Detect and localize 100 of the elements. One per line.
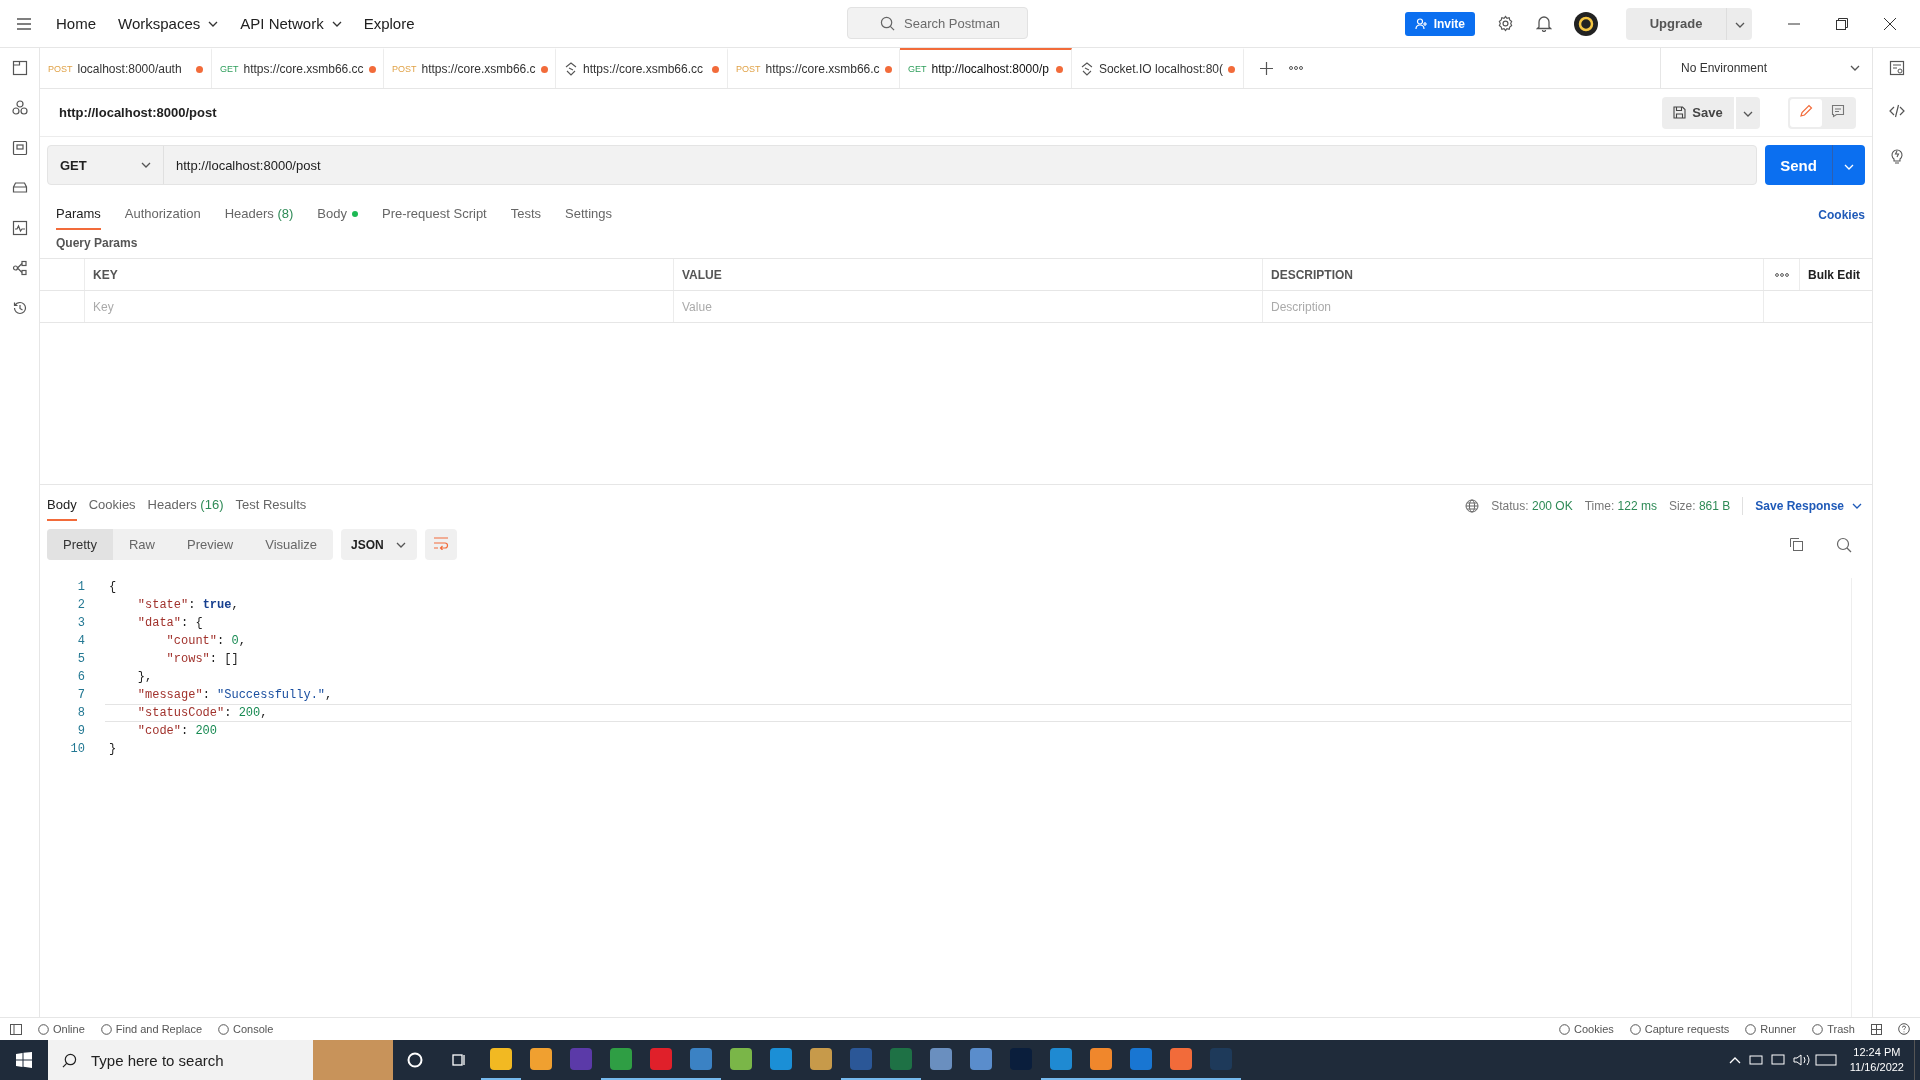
line-number: 3	[76, 616, 86, 630]
copy-icon[interactable]	[1789, 537, 1804, 552]
upgrade-button[interactable]: Upgrade	[1626, 7, 1726, 40]
menu-icon[interactable]	[16, 17, 32, 30]
cookies-link[interactable]: Cookies	[1818, 207, 1865, 222]
bulk-edit-link[interactable]: Bulk Edit	[1800, 259, 1872, 290]
column-header: VALUE	[674, 259, 1263, 290]
save-button[interactable]: Save	[1662, 96, 1734, 129]
request-tab[interactable]: https://core.xsmb66.cc	[556, 48, 728, 88]
request-option-tab[interactable]: Authorization	[124, 199, 201, 230]
request-option-tab[interactable]: Headers (8)	[224, 199, 294, 230]
status-bar-item[interactable]: Find and Replace	[100, 1023, 203, 1035]
view-mode-tab[interactable]: Pretty	[47, 529, 113, 560]
section-title: Query Params	[55, 235, 139, 252]
mock-servers-icon[interactable]	[11, 180, 28, 196]
status-bar-item[interactable]: Runner	[1745, 1023, 1797, 1035]
environments-icon[interactable]	[11, 140, 28, 156]
save-response-button[interactable]: Save Response	[1755, 498, 1862, 513]
close-icon[interactable]	[1884, 17, 1896, 30]
request-tab[interactable]: POST https://core.xsmb66.c	[728, 48, 900, 88]
search-icon	[62, 1052, 77, 1068]
add-tab-icon[interactable]	[1260, 61, 1273, 75]
settings-icon[interactable]	[1497, 15, 1514, 32]
circle-icon	[218, 1023, 230, 1035]
sidebar-toggle-icon[interactable]	[10, 1023, 22, 1035]
restore-icon[interactable]	[1836, 17, 1848, 30]
nav-link[interactable]: Home	[56, 15, 96, 32]
monitors-icon[interactable]	[11, 220, 28, 236]
windows-start-icon[interactable]	[16, 1052, 32, 1068]
collections-icon[interactable]	[11, 60, 28, 76]
taskbar-search-field[interactable]: Type here to search	[48, 1040, 393, 1080]
format-dropdown[interactable]: JSON	[341, 529, 418, 560]
environment-quick-look-icon[interactable]	[1888, 60, 1905, 76]
invite-button[interactable]: Invite	[1404, 11, 1475, 36]
request-option-tab[interactable]: Tests	[510, 199, 542, 230]
nav-link[interactable]: API Network	[240, 15, 342, 32]
status-bar-item[interactable]: Cookies	[1559, 1023, 1614, 1035]
code-line: "statusCode": 200,	[105, 704, 1851, 722]
column-header: DESCRIPTION	[1263, 259, 1764, 290]
line-number: 2	[76, 598, 86, 612]
more-icon[interactable]	[1289, 66, 1303, 70]
send-menu-button[interactable]	[1832, 145, 1865, 185]
task-view-icon[interactable]	[451, 1052, 467, 1068]
request-option-tab[interactable]: Params	[56, 199, 101, 230]
request-option-tab[interactable]: Body	[317, 199, 358, 230]
add-person-icon	[1414, 17, 1428, 30]
code-line: }	[108, 741, 118, 758]
line-number: 1	[76, 580, 86, 594]
line-number: 8	[76, 706, 86, 720]
request-option-tab[interactable]: Settings	[565, 199, 613, 230]
search-icon[interactable]	[1836, 536, 1852, 553]
request-tab[interactable]: GET http://localhost:8000/p	[900, 48, 1072, 88]
globe-icon[interactable]	[1465, 498, 1480, 513]
circle-icon	[1812, 1023, 1824, 1035]
nav-link[interactable]: Explore	[363, 15, 415, 32]
nav-link[interactable]: Workspaces	[118, 15, 219, 32]
response-tab[interactable]: Body	[47, 490, 77, 521]
bell-icon[interactable]	[1536, 15, 1552, 32]
circle-icon	[1629, 1023, 1641, 1035]
code-icon[interactable]	[1888, 104, 1905, 118]
request-tab[interactable]: GET https://core.xsmb66.cc	[212, 48, 384, 88]
request-tab[interactable]: POST localhost:8000/auth	[40, 48, 212, 88]
avatar-icon[interactable]	[1574, 11, 1598, 36]
environment-dropdown[interactable]: No Environment	[1660, 48, 1872, 88]
lightbulb-icon[interactable]	[1888, 146, 1905, 164]
view-mode-tab[interactable]: Raw	[112, 529, 171, 560]
status-bar-item[interactable]: Online	[38, 1023, 85, 1035]
chevron-down-icon	[1850, 65, 1860, 71]
chevron-down-icon	[1743, 111, 1753, 117]
apis-icon[interactable]	[11, 100, 28, 116]
history-icon[interactable]	[11, 300, 28, 316]
view-mode-tab[interactable]: Preview	[171, 529, 250, 560]
request-tab[interactable]: Socket.IO localhost:80(	[1072, 48, 1244, 88]
send-button[interactable]: Send	[1765, 145, 1832, 185]
request-title: http://localhost:8000/post	[59, 105, 217, 120]
status-bar-item[interactable]: Trash	[1812, 1023, 1855, 1035]
flows-icon[interactable]	[11, 260, 28, 276]
help-icon[interactable]	[1898, 1023, 1910, 1035]
line-number: 9	[76, 724, 86, 738]
status-bar-item[interactable]: Console	[218, 1023, 274, 1035]
status-bar-item[interactable]: Capture requests	[1629, 1023, 1730, 1035]
request-tab[interactable]: POST https://core.xsmb66.c	[384, 48, 556, 88]
response-tab[interactable]: Cookies	[88, 490, 136, 521]
code-line: "count": 0,	[165, 633, 247, 650]
chevron-down-icon	[1852, 502, 1862, 509]
view-mode-tab[interactable]: Visualize	[249, 529, 334, 560]
response-tab[interactable]: Test Results	[235, 490, 307, 521]
chevron-down-icon	[1734, 22, 1745, 28]
column-header: KEY	[85, 259, 674, 290]
grid-icon[interactable]	[1871, 1023, 1882, 1035]
request-option-tab[interactable]: Pre-request Script	[381, 199, 487, 230]
response-tab[interactable]: Headers (16)	[147, 490, 224, 521]
line-number: 5	[76, 652, 86, 666]
more-icon[interactable]	[1774, 272, 1789, 277]
tray-icons-drawing[interactable]	[1727, 1053, 1838, 1067]
chevron-down-icon	[395, 541, 406, 548]
circle-icon	[100, 1023, 112, 1035]
code-line: {	[108, 579, 118, 596]
line-number: 10	[69, 742, 86, 756]
search-field[interactable]: Search Postman	[847, 7, 1028, 39]
